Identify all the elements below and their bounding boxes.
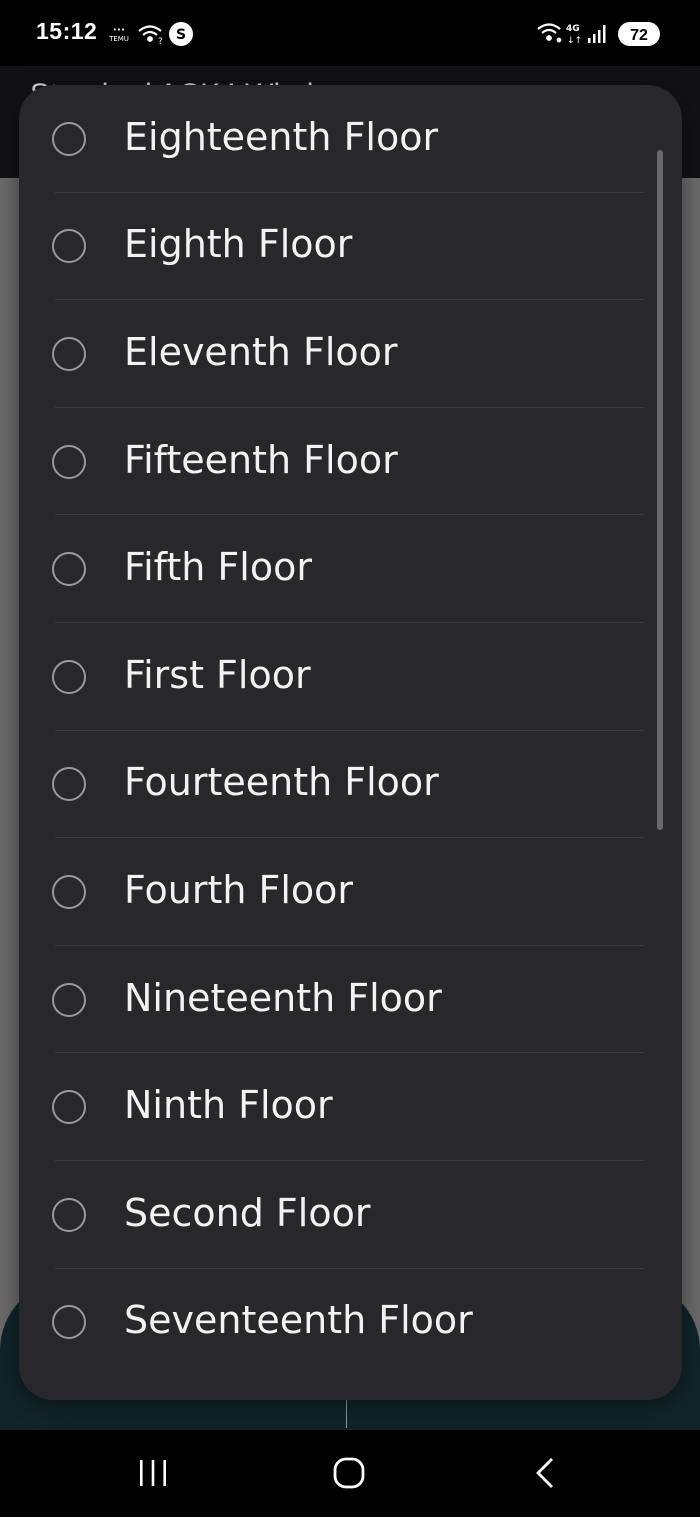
floor-option-label: Fourteenth Floor <box>124 760 439 805</box>
svg-text:TEMU: TEMU <box>108 35 129 43</box>
radio-button[interactable] <box>52 982 86 1017</box>
system-status-icons: 4G ↓↑ 72 <box>537 22 660 46</box>
floor-option-label: Fifteenth Floor <box>124 437 398 482</box>
scrollbar[interactable] <box>657 150 663 830</box>
signal-icon <box>588 25 606 43</box>
svg-text:↓↑: ↓↑ <box>567 36 582 46</box>
temu-app-icon: ••• TEMU <box>108 26 129 43</box>
svg-text:S: S <box>176 27 186 43</box>
radio-button[interactable] <box>52 121 86 156</box>
floor-options-list: Eighteenth Floor Eighth Floor Eleventh F… <box>19 85 682 1376</box>
floor-picker-dialog: Eighteenth Floor Eighth Floor Eleventh F… <box>19 85 682 1400</box>
svg-text:•••: ••• <box>113 26 125 34</box>
radio-button[interactable] <box>52 1305 86 1340</box>
radio-button[interactable] <box>52 336 86 371</box>
navigation-bar <box>0 1430 700 1517</box>
floor-option[interactable]: Fourteenth Floor <box>19 731 682 839</box>
radio-button[interactable] <box>52 1090 86 1125</box>
wifi-question-icon: ? <box>138 25 163 47</box>
floor-option-label: Eighth Floor <box>124 222 353 267</box>
floor-option[interactable]: Eighth Floor <box>19 193 682 301</box>
s-app-icon: S <box>169 22 193 46</box>
floor-option[interactable]: Seventeenth Floor <box>19 1269 682 1377</box>
home-icon[interactable] <box>319 1452 379 1496</box>
floor-option-label: Ninth Floor <box>124 1082 333 1127</box>
radio-button[interactable] <box>52 874 86 909</box>
floor-option[interactable]: First Floor <box>19 623 682 731</box>
floor-option-label: First Floor <box>124 652 311 697</box>
floor-option-label: Seventeenth Floor <box>124 1298 473 1343</box>
back-icon[interactable] <box>516 1452 576 1496</box>
floor-option[interactable]: Eleventh Floor <box>19 300 682 408</box>
floor-option[interactable]: Nineteenth Floor <box>19 946 682 1054</box>
status-bar: 15:12 ••• TEMU ? S 4G ↓↑ 72 <box>0 0 700 66</box>
floor-option-label: Fifth Floor <box>124 544 312 589</box>
floor-option[interactable]: Fourth Floor <box>19 838 682 946</box>
floor-option-label: Eighteenth Floor <box>124 114 439 159</box>
radio-button[interactable] <box>52 444 86 479</box>
mobile-data-icon: 4G ↓↑ <box>566 24 582 46</box>
floor-option[interactable]: Ninth Floor <box>19 1053 682 1161</box>
battery-level: 72 <box>630 27 648 44</box>
notification-icons: ••• TEMU ? S <box>108 22 193 47</box>
radio-button[interactable] <box>52 229 86 264</box>
floor-option-label: Eleventh Floor <box>124 329 398 374</box>
recent-apps-icon[interactable] <box>123 1452 183 1496</box>
battery-icon: 72 <box>618 22 660 46</box>
floor-option-label: Nineteenth Floor <box>124 975 442 1020</box>
svg-text:?: ? <box>158 37 163 47</box>
radio-button[interactable] <box>52 767 86 802</box>
floor-option[interactable]: Fifteenth Floor <box>19 408 682 516</box>
status-time: 15:12 <box>36 18 98 44</box>
svg-text:4G: 4G <box>566 24 580 34</box>
background-divider <box>346 1400 347 1428</box>
floor-option[interactable]: Second Floor <box>19 1161 682 1269</box>
radio-button[interactable] <box>52 552 86 587</box>
radio-button[interactable] <box>52 659 86 694</box>
floor-option-label: Fourth Floor <box>124 867 354 912</box>
floor-option[interactable]: Eighteenth Floor <box>19 85 682 193</box>
wifi-icon <box>537 23 562 43</box>
floor-option-label: Second Floor <box>124 1190 371 1235</box>
floor-option[interactable]: Fifth Floor <box>19 515 682 623</box>
radio-button[interactable] <box>52 1197 86 1232</box>
